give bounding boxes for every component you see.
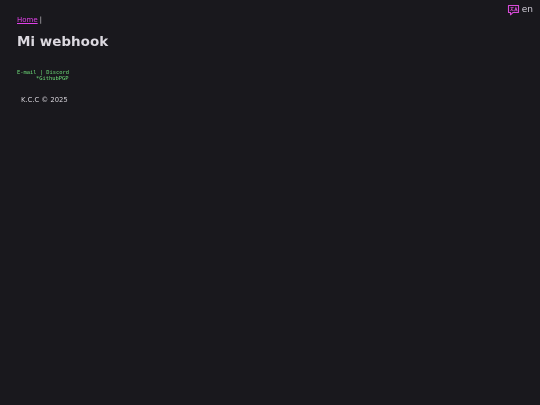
language-switcher[interactable]: en — [507, 4, 533, 16]
footer-copyright: K.C.C © 2025 — [21, 96, 68, 104]
breadcrumb-separator: | — [39, 16, 43, 24]
translate-icon — [507, 4, 520, 16]
contact-links: E-mail | Discord *GithubPGP — [17, 70, 69, 82]
language-label: en — [521, 5, 533, 15]
breadcrumb: Home | — [17, 16, 42, 25]
breadcrumb-home-link[interactable]: Home — [17, 16, 38, 24]
github-pgp-link[interactable]: *GithubPGP — [36, 76, 68, 82]
contact-links-row-2: *GithubPGP — [17, 76, 69, 82]
email-link[interactable]: E-mail — [17, 70, 36, 76]
page-title: Mi webhook — [17, 34, 109, 50]
